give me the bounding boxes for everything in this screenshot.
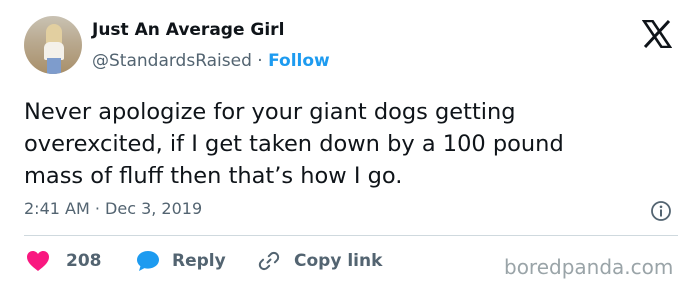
tweet-text: Never apologize for your giant dogs gett… xyxy=(24,96,664,192)
watermark: boredpanda.com xyxy=(504,255,674,279)
like-count: 208 xyxy=(66,251,102,271)
handle-separator: · xyxy=(257,51,263,71)
tweet-line: Never apologize for your giant dogs gett… xyxy=(24,99,516,125)
speech-bubble-icon xyxy=(137,251,159,271)
tweet-timestamp[interactable]: 2:41 AM · Dec 3, 2019 xyxy=(24,199,202,218)
avatar[interactable] xyxy=(24,16,82,74)
author-handle[interactable]: @StandardsRaised xyxy=(92,51,252,71)
copy-link-button[interactable]: Copy link xyxy=(258,248,382,274)
x-logo-icon[interactable] xyxy=(642,20,672,48)
like-button[interactable]: 208 xyxy=(26,248,102,274)
author-display-name[interactable]: Just An Average Girl xyxy=(92,20,284,40)
divider xyxy=(24,235,678,236)
reply-label: Reply xyxy=(172,251,226,271)
author-handle-row: @StandardsRaised · Follow xyxy=(92,51,330,71)
link-icon xyxy=(258,251,280,271)
tweet-line: overexcited, if I get taken down by a 10… xyxy=(24,131,564,157)
reply-button[interactable]: Reply xyxy=(136,248,226,274)
copy-link-label: Copy link xyxy=(294,251,383,271)
follow-button[interactable]: Follow xyxy=(268,51,330,71)
info-icon[interactable] xyxy=(650,200,672,222)
heart-icon xyxy=(27,251,49,271)
tweet-line: mass of fluff then that’s how I go. xyxy=(24,163,403,189)
avatar-legs xyxy=(47,58,61,74)
